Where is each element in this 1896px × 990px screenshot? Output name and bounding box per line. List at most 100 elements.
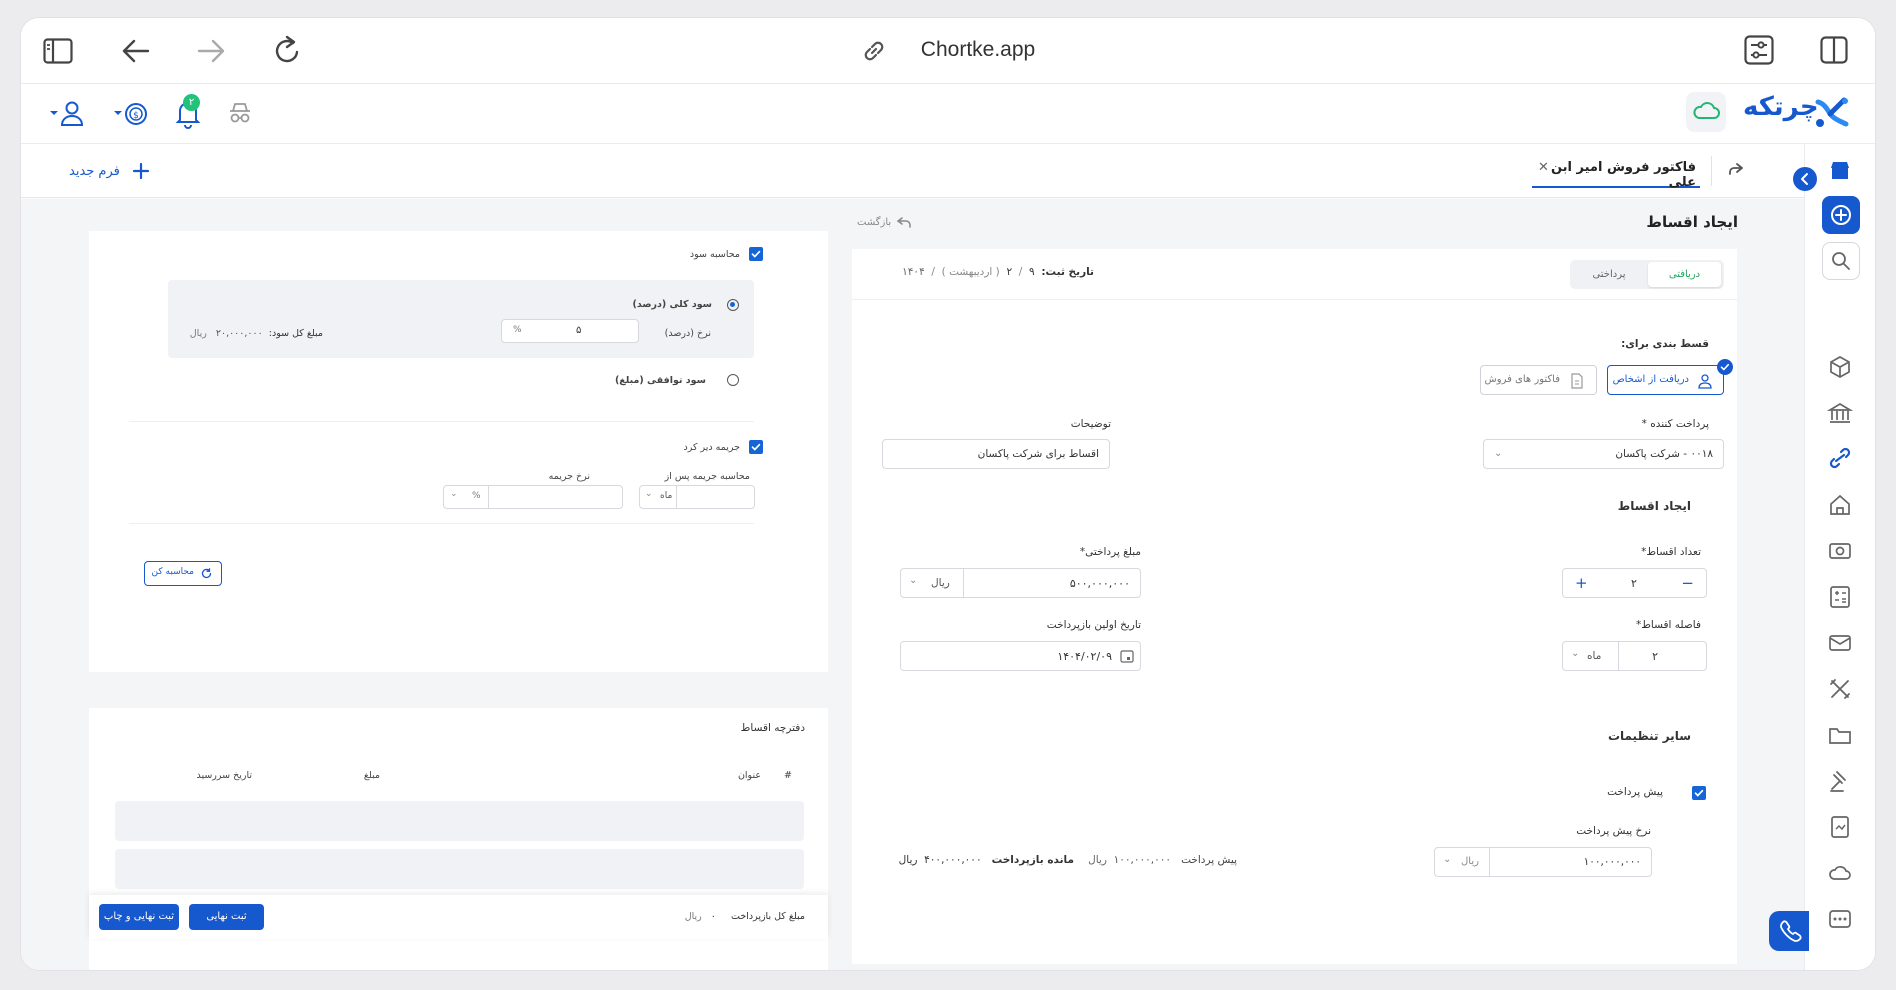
calc-profit-checkbox[interactable] [749,247,763,261]
table-row [115,801,804,841]
chevron-down-icon: ⌄ [1494,448,1503,459]
agreed-profit-radio[interactable] [727,374,739,386]
tools-icon[interactable] [1827,676,1853,702]
bank-icon[interactable] [1827,400,1853,426]
amount-label: مبلغ پرداختی* [1079,546,1141,558]
col-due: تاریخ سررسید [196,770,252,781]
search-button[interactable] [1822,242,1860,280]
cloud-sync-button[interactable] [1686,92,1726,132]
total-repayment-label: مبلغ کل بازپرداخت [731,911,805,922]
segment-paid[interactable]: پرداختی [1572,262,1646,287]
minus-icon[interactable]: − [1681,574,1694,592]
tab-invoice[interactable]: ✕ فاکتور فروش امیر ابن علی [1532,154,1700,190]
back-link[interactable]: بازگشت [857,216,911,228]
main-content: ایجاد اقساط بازگشت دریافتی پرداختی تاریخ… [21,199,1809,970]
chortke-logo-text: چرتکه [1743,92,1819,122]
count-value: ۲ [1631,577,1637,590]
description-value: اقساط برای شرکت پاکسان [977,448,1099,460]
submit-button[interactable]: ثبت نهایی [189,904,264,930]
refresh-icon [201,568,212,579]
remaining-summary-value: ۴۰۰,۰۰۰,۰۰۰ [924,854,982,866]
date-sep: / [1018,266,1023,278]
profit-settings-card: محاسبه سود سود کلی (درصد) نرخ (درصد) ۵ %… [89,225,828,672]
amount-field[interactable]: ۵۰۰,۰۰۰,۰۰۰ ریال ⌄ [900,568,1141,598]
segment-received[interactable]: دریافتی [1648,262,1721,287]
more-icon[interactable] [1827,906,1853,932]
phone-support-button[interactable] [1769,911,1809,951]
incognito-icon[interactable] [227,100,253,126]
cash-icon[interactable] [1827,538,1853,564]
prepay-summary-label: پیش پرداخت [1181,854,1237,866]
prepayment-rate-unit[interactable]: ریال [1461,856,1479,867]
first-due-value: ۱۴۰۴/۰۲/۰۹ [1057,650,1112,663]
calculate-label: محاسبه کن [151,567,194,577]
installment-form-card: دریافتی پرداختی تاریخ ثبت: ۹ / ۲ ( اردیب… [852,249,1737,964]
right-sidebar [1804,144,1875,970]
count-stepper[interactable]: − ۲ + [1562,568,1707,598]
penalty-after-unit[interactable]: ماه [660,491,672,501]
first-due-field[interactable]: ۱۴۰۴/۰۲/۰۹ [900,641,1141,671]
penalty-after-field[interactable]: ماه ⌄ [639,485,755,509]
tab-invoice-label: فاکتور فروش امیر ابن علی [1550,160,1696,190]
chevron-down-icon: ⌄ [909,575,918,586]
penalty-rate-label: نرخ جریمه [548,471,590,482]
folder-icon[interactable] [1827,722,1853,748]
gavel-icon[interactable] [1827,768,1853,794]
submit-print-button[interactable]: ثبت نهایی و چاپ [99,904,179,930]
registration-date[interactable]: تاریخ ثبت: ۹ / ۲ ( اردیبهشت ) / ۱۴۰۴ [902,266,1094,278]
collapse-sidebar-button[interactable] [1793,167,1817,191]
interval-value: ۲ [1652,650,1658,663]
prepayment-rate-field[interactable]: ۱۰۰,۰۰۰,۰۰۰ ریال ⌄ [1434,847,1652,877]
date-month-name: ( اردیبهشت ) [941,266,1000,278]
plus-icon [132,162,150,180]
address-bar[interactable]: Chortke.app [21,38,1875,62]
currency-menu[interactable]: $ [113,100,149,128]
calculate-button[interactable]: محاسبه کن [144,561,222,586]
share-forward-icon[interactable] [1727,160,1745,178]
installment-link-icon[interactable] [1827,446,1853,472]
late-penalty-checkbox[interactable] [749,440,763,454]
penalty-rate-field[interactable]: % ⌄ [443,485,623,509]
prepay-summary-value: ۱۰۰,۰۰۰,۰۰۰ [1113,854,1172,866]
description-field[interactable]: اقساط برای شرکت پاکسان [882,439,1110,469]
browser-toolbar: Chortke.app [21,18,1875,84]
rate-label: نرخ (درصد) [664,328,711,339]
rate-field[interactable]: ۵ % [501,319,639,343]
split-view-icon[interactable] [1820,36,1848,64]
add-button[interactable] [1822,196,1860,234]
amount-unit[interactable]: ریال [931,577,950,589]
mail-check-icon[interactable] [1827,630,1853,656]
chortke-logo-icon [1814,96,1850,130]
calendar-icon[interactable] [1120,649,1134,663]
penalty-rate-unit[interactable]: % [472,491,481,501]
new-form-button[interactable]: فرم جدید [69,159,150,183]
payer-value: ۰۰۱۸ - شرکت پاکسان [1615,448,1713,460]
date-month: ۲ [1006,266,1013,278]
shop-icon[interactable] [1827,158,1853,184]
prepayment-checkbox[interactable] [1692,786,1706,800]
interval-field[interactable]: ۲ ماه ⌄ [1562,641,1707,671]
notification-badge: ۲ [183,94,200,111]
col-title: عنوان [737,770,761,781]
amount-value: ۵۰۰,۰۰۰,۰۰۰ [1069,577,1130,590]
option-invoices[interactable]: فاکتور های فروش [1480,365,1597,395]
home-icon[interactable] [1827,492,1853,518]
box-icon[interactable] [1827,354,1853,380]
cloud-settings-icon[interactable] [1827,860,1853,886]
total-profit-radio[interactable] [727,299,739,311]
calculator-icon[interactable] [1827,584,1853,610]
payer-select[interactable]: ۰۰۱۸ - شرکت پاکسان ⌄ [1483,439,1724,469]
option-persons[interactable]: دریافت از اشخاص [1607,365,1724,395]
date-year: ۱۴۰۴ [902,266,925,278]
settings-sliders-icon[interactable] [1744,35,1774,65]
rate-unit: % [513,325,522,335]
penalty-after-label: محاسبه جریمه پس از [664,471,750,482]
user-menu[interactable] [49,100,85,128]
total-profit-amount-label: مبلغ کل سود: [268,328,323,339]
interval-unit[interactable]: ماه [1587,650,1601,662]
plus-icon[interactable]: + [1575,574,1588,592]
agreed-profit-label: سود توافقی (مبلغ) [614,375,706,386]
payer-label: پرداخت کننده * [1641,418,1709,430]
chevron-down-icon: ⌄ [1443,854,1452,865]
report-icon[interactable] [1827,814,1853,840]
